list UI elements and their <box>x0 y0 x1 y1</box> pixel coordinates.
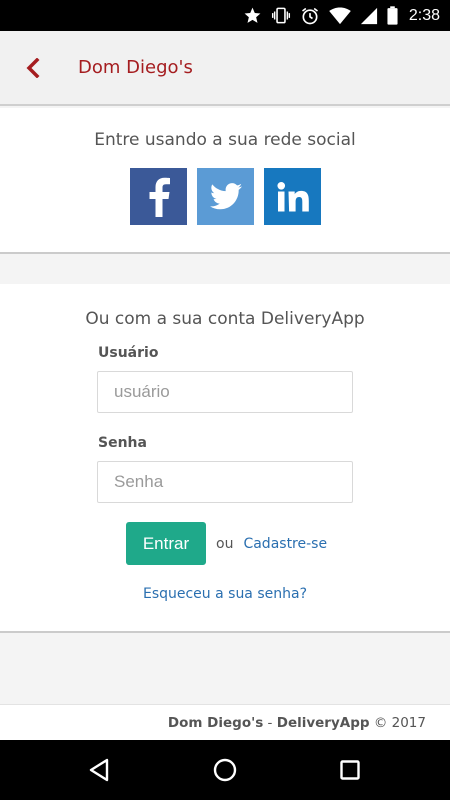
linkedin-button[interactable] <box>264 168 321 225</box>
wifi-icon <box>329 6 351 24</box>
app-title: Dom Diego's <box>78 57 193 78</box>
signup-link[interactable]: Cadastre-se <box>243 536 327 552</box>
password-input[interactable] <box>97 461 353 503</box>
nav-back-button[interactable] <box>84 755 114 785</box>
vibrate-icon <box>271 7 290 24</box>
login-heading: Ou com a sua conta DeliveryApp <box>85 309 365 329</box>
status-bar: 2:38 <box>0 0 450 31</box>
or-text: ou <box>216 535 234 552</box>
recents-square-icon <box>340 760 360 780</box>
home-circle-icon <box>213 758 237 782</box>
nav-home-button[interactable] <box>210 755 240 785</box>
battery-icon <box>387 6 398 25</box>
username-label: Usuário <box>98 345 159 361</box>
nav-recents-button[interactable] <box>335 755 365 785</box>
login-button[interactable]: Entrar <box>126 522 206 565</box>
social-buttons <box>130 168 321 225</box>
star-icon <box>244 7 261 23</box>
account-login-card: Ou com a sua conta DeliveryApp Usuário S… <box>0 284 450 633</box>
social-heading: Entre usando a sua rede social <box>94 130 356 150</box>
footer-app: DeliveryApp <box>276 714 370 731</box>
navigation-bar <box>0 740 450 800</box>
back-button[interactable] <box>0 30 66 105</box>
app-bar: Dom Diego's <box>0 31 450 106</box>
login-actions: Entrar ou Cadastre-se <box>126 522 327 565</box>
chevron-left-icon <box>26 57 40 78</box>
twitter-icon <box>209 183 242 210</box>
facebook-button[interactable] <box>130 168 187 225</box>
forgot-password-link[interactable]: Esqueceu a sua senha? <box>0 586 450 602</box>
password-label: Senha <box>98 435 147 451</box>
username-input[interactable] <box>97 371 353 413</box>
footer-separator: - <box>263 714 277 731</box>
footer-copyright: © 2017 <box>369 714 426 731</box>
facebook-icon <box>149 177 170 217</box>
footer-brand: Dom Diego's <box>167 714 264 731</box>
alarm-icon <box>301 7 318 24</box>
signal-icon <box>360 7 377 24</box>
status-time: 2:38 <box>408 6 440 24</box>
twitter-button[interactable] <box>197 168 254 225</box>
back-triangle-icon <box>89 758 109 782</box>
social-login-card: Entre usando a sua rede social <box>0 108 450 254</box>
linkedin-icon <box>276 181 309 211</box>
footer: Dom Diego's - DeliveryApp © 2017 <box>0 704 450 740</box>
